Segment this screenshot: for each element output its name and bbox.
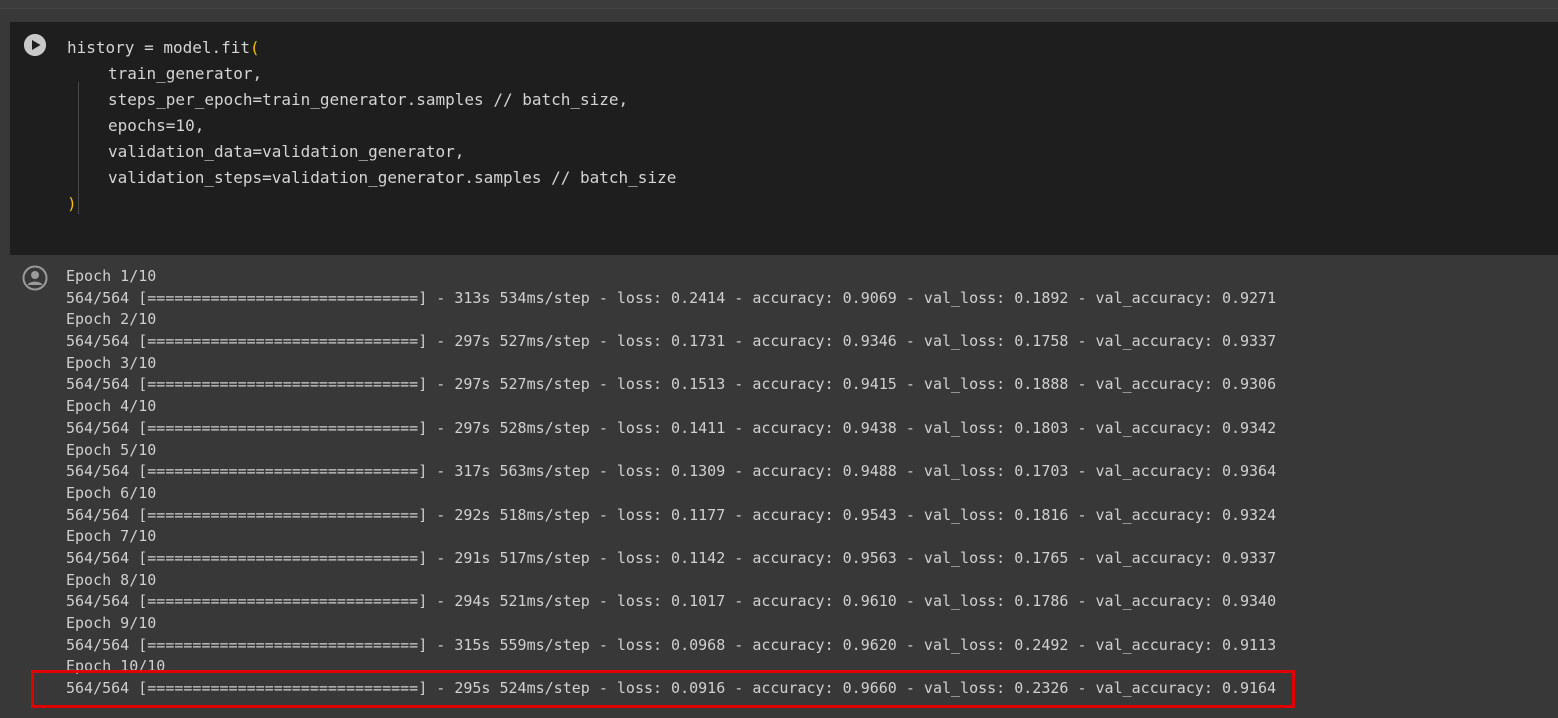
epoch-header: Epoch 9/10 (66, 614, 157, 632)
code-line: train_generator, (108, 64, 263, 83)
run-cell-button[interactable] (24, 34, 46, 56)
code-line: validation_steps=validation_generator.sa… (108, 168, 677, 187)
epoch-header: Epoch 3/10 (66, 353, 157, 372)
epoch-progress-line: 564/564 [==============================]… (66, 418, 1277, 437)
epoch-progress-line: 564/564 [==============================]… (66, 332, 1277, 351)
close-paren: ) (67, 194, 77, 213)
epoch-progress-line: 564/564 [==============================]… (66, 375, 1277, 394)
epoch-header: Epoch 5/10 (66, 440, 157, 459)
epoch-header: Epoch 8/10 (66, 570, 157, 589)
epoch-progress-line: 564/564 [==============================]… (66, 505, 1277, 524)
epoch-header: Epoch 6/10 (66, 483, 157, 502)
cell-output: Epoch 1/10 564/564 [====================… (0, 256, 1558, 718)
notebook-page: history = model.fit( train_generator, st… (0, 0, 1558, 718)
epoch-header: Epoch 7/10 (66, 527, 157, 546)
output-user-icon[interactable] (22, 265, 48, 291)
code-cell[interactable]: history = model.fit( train_generator, st… (10, 22, 1558, 255)
epoch-header: Epoch 2/10 (66, 310, 157, 329)
code-line: validation_data=validation_generator, (108, 142, 465, 161)
code-editor[interactable]: history = model.fit( train_generator, st… (67, 35, 676, 217)
epoch-header: Epoch 4/10 (66, 397, 157, 416)
code-line: history = model.fit( (67, 38, 260, 57)
play-circle-icon (24, 34, 46, 56)
epoch-header: Epoch 1/10 (66, 267, 157, 285)
epoch-progress-line: 564/564 [==============================]… (66, 288, 1277, 307)
epoch-progress-line: 564/564 [==============================]… (66, 548, 1277, 567)
output-log: Epoch 1/10 564/564 [====================… (66, 266, 1276, 700)
open-paren: ( (250, 38, 260, 57)
final-epoch-highlight (31, 670, 1295, 708)
code-line: ) (67, 191, 676, 217)
code-line: steps_per_epoch=train_generator.samples … (108, 90, 629, 109)
toolbar-strip (0, 0, 1558, 9)
code-line: epochs=10, (108, 116, 205, 135)
epoch-progress-line: 564/564 [==============================]… (66, 462, 1277, 481)
epoch-progress-line: 564/564 [==============================]… (66, 592, 1277, 611)
epoch-progress-line: 564/564 [==============================]… (66, 635, 1277, 654)
